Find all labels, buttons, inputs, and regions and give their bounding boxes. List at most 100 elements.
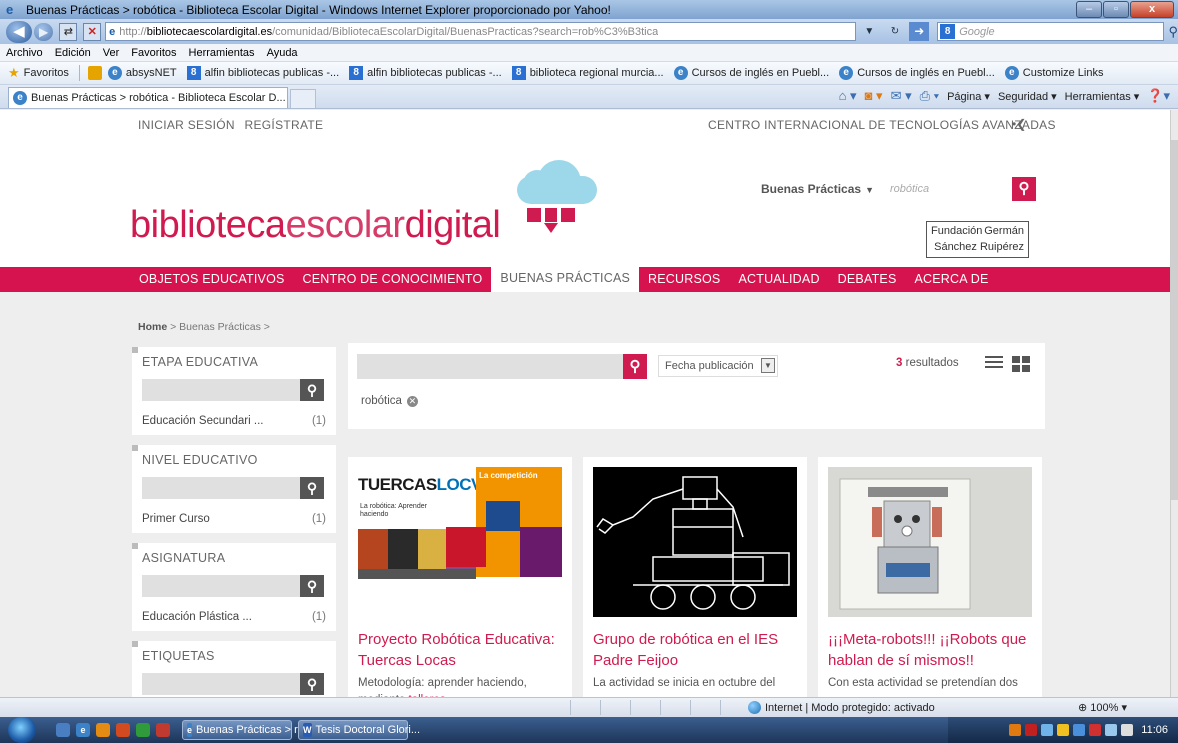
tray-icon[interactable] [1009, 724, 1022, 736]
print-icon[interactable]: ⎙ ▾ [920, 88, 939, 104]
tray-icon[interactable] [1057, 724, 1070, 736]
tray-icon[interactable] [1041, 724, 1054, 736]
menu-ayuda[interactable]: Ayuda [267, 47, 298, 59]
search-icon[interactable]: ⚲ [300, 673, 324, 695]
share-icon[interactable]: •❮ [1012, 117, 1026, 131]
nav-debates[interactable]: DEBATES [829, 267, 906, 292]
result-thumbnail[interactable] [828, 467, 1032, 617]
search-icon[interactable]: ⚲ [300, 477, 324, 499]
result-card[interactable]: ¡¡¡Meta-robots!!! ¡¡Robots que hablan de… [818, 457, 1042, 697]
site-logo[interactable]: bibliotecaescolardigital [130, 204, 501, 247]
search-icon[interactable]: ⚲ [1168, 24, 1178, 40]
scrollbar-thumb[interactable] [1171, 140, 1178, 500]
search-scope-dropdown[interactable]: Buenas Prácticas ▼ [761, 182, 874, 196]
search-button[interactable]: ⚲ [1011, 177, 1036, 201]
facet-value[interactable]: Educación Plástica ... [142, 611, 252, 623]
list-view-icon[interactable] [985, 356, 1003, 370]
tray-icon[interactable] [1025, 724, 1038, 736]
security-menu[interactable]: Seguridad ▾ [998, 90, 1057, 103]
search-icon[interactable]: ⚲ [300, 379, 324, 401]
volume-icon[interactable] [1121, 724, 1134, 736]
mail-icon[interactable]: ✉ ▾ [891, 88, 912, 104]
compatibility-icon[interactable]: ⇄ [59, 22, 78, 41]
refresh-icon[interactable]: ↻ [891, 26, 899, 37]
google-search-input[interactable]: 8 Google [937, 22, 1165, 41]
favorite-link[interactable]: 8 alfin bibliotecas publicas -... [186, 66, 339, 80]
favorite-link[interactable]: e Customize Links [1004, 66, 1103, 80]
register-link[interactable]: REGÍSTRATE [245, 118, 324, 132]
facet-value[interactable]: Primer Curso [142, 513, 210, 525]
close-button[interactable]: x [1130, 1, 1174, 18]
new-tab-button[interactable] [290, 89, 316, 108]
stop-icon[interactable]: ✕ [83, 22, 102, 41]
search-icon[interactable]: ⚲ [300, 575, 324, 597]
network-icon[interactable] [1105, 724, 1118, 736]
result-title[interactable]: Proyecto Robótica Educativa: Tuercas Loc… [358, 629, 558, 671]
breadcrumb-home[interactable]: Home [138, 321, 167, 333]
menu-edicion[interactable]: Edición [55, 47, 91, 59]
security-zone[interactable]: Internet | Modo protegido: activado [748, 701, 935, 714]
desktop-icon[interactable] [56, 723, 70, 737]
taskbar-ie-window[interactable]: e Buenas Prácticas > r... [182, 720, 306, 740]
facet-filter-input[interactable] [142, 673, 300, 695]
maximize-button[interactable]: ▫ [1103, 1, 1129, 18]
tab-active[interactable]: e Buenas Prácticas > robótica - Bibliote… [8, 87, 288, 108]
facet-filter-input[interactable] [142, 575, 300, 597]
back-button[interactable]: ◀ [6, 20, 32, 43]
menu-archivo[interactable]: Archivo [6, 47, 43, 59]
minimize-button[interactable]: – [1076, 1, 1102, 18]
favorite-link[interactable]: 8 biblioteca regional murcia... [511, 66, 664, 80]
app-icon[interactable] [156, 723, 170, 737]
page-menu[interactable]: Página ▾ [947, 90, 990, 103]
zoom-control[interactable]: ⊕ 100% ▾ [1078, 701, 1127, 714]
result-card[interactable]: TUERCASLOCVS La competición La robótica:… [348, 457, 572, 697]
nav-centro-conocimiento[interactable]: CENTRO DE CONOCIMIENTO [294, 267, 492, 292]
fundacion-logo[interactable]: Fundación Germán Sánchez Ruipérez [926, 221, 1029, 258]
url-input[interactable]: e http://bibliotecaescolardigital.es/com… [105, 22, 857, 41]
ie-icon[interactable]: e [76, 723, 90, 737]
remove-tag-icon[interactable]: ✕ [406, 396, 418, 407]
favorites-button[interactable]: Favoritos [24, 67, 69, 79]
facet-filter-input[interactable] [142, 379, 300, 401]
favorite-link[interactable]: e absysNET [107, 66, 177, 80]
result-card[interactable]: Grupo de robótica en el IES Padre Feijoo… [583, 457, 807, 697]
login-link[interactable]: INICIAR SESIÓN [138, 118, 235, 132]
home-icon[interactable]: ⌂ ▾ [839, 88, 857, 104]
tools-menu[interactable]: Herramientas ▾ [1065, 90, 1140, 103]
tray-icon[interactable] [1073, 724, 1086, 736]
facet-filter-input[interactable] [142, 477, 300, 499]
go-button[interactable]: ➜ [909, 22, 930, 41]
feeds-icon[interactable]: ◙ ▾ [865, 88, 883, 104]
vertical-scrollbar[interactable] [1170, 110, 1178, 697]
result-thumbnail[interactable]: TUERCASLOCVS La competición La robótica:… [358, 467, 562, 617]
taskbar-word-window[interactable]: W Tesis Doctoral Glori... [298, 720, 420, 740]
favorite-link[interactable]: e Cursos de inglés en Puebl... [673, 66, 829, 80]
url-dropdown-icon[interactable]: ▼ [864, 26, 874, 37]
help-icon[interactable]: ❓▾ [1147, 88, 1170, 104]
result-thumbnail[interactable] [593, 467, 797, 617]
media-icon[interactable] [96, 723, 110, 737]
clock[interactable]: 11:06 [1141, 724, 1168, 736]
grid-view-icon[interactable] [1012, 356, 1030, 372]
nav-actualidad[interactable]: ACTUALIDAD [729, 267, 828, 292]
favorite-link[interactable]: e Cursos de inglés en Puebl... [839, 66, 995, 80]
nav-objetos-educativos[interactable]: OBJETOS EDUCATIVOS [130, 267, 294, 292]
tray-icon[interactable] [1089, 724, 1102, 736]
nav-buenas-practicas[interactable]: BUENAS PRÁCTICAS [491, 264, 640, 292]
sort-select[interactable]: Fecha publicación ▼ [658, 355, 778, 377]
add-favorite-icon[interactable] [87, 66, 102, 80]
start-button[interactable] [8, 717, 36, 743]
search-button[interactable]: ⚲ [623, 354, 647, 379]
nav-acerca-de[interactable]: ACERCA DE [906, 267, 998, 292]
favorite-link[interactable]: 8 alfin bibliotecas publicas -... [349, 66, 502, 80]
menu-ver[interactable]: Ver [103, 47, 120, 59]
result-title[interactable]: Grupo de robótica en el IES Padre Feijoo [593, 629, 803, 671]
menu-favoritos[interactable]: Favoritos [131, 47, 176, 59]
facet-value[interactable]: Educación Secundari ... [142, 415, 263, 427]
firefox-icon[interactable] [116, 723, 130, 737]
results-search-input[interactable] [357, 354, 633, 379]
site-search-input[interactable]: robótica [888, 177, 1012, 201]
favorites-star-icon[interactable]: ★ [8, 65, 20, 81]
menu-herramientas[interactable]: Herramientas [189, 47, 255, 59]
center-link[interactable]: CENTRO INTERNACIONAL DE TECNOLOGÍAS AVAN… [708, 118, 1056, 132]
